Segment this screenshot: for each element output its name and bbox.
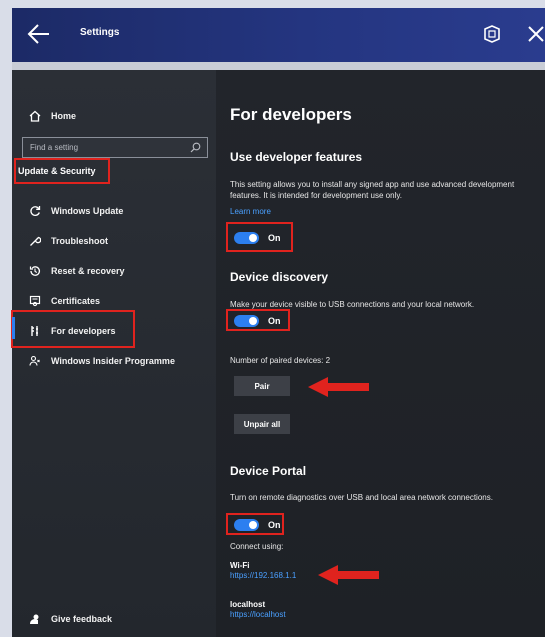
sidebar-item-label: Give feedback [51,614,113,624]
developer-features-heading: Use developer features [230,150,363,164]
back-button[interactable] [26,21,52,47]
divider [12,62,545,70]
snap-button[interactable] [480,22,504,46]
page-title: For developers [230,105,352,124]
sidebar: Home Find a setting Update & Security Wi… [11,70,216,637]
highlight-box [226,309,290,331]
sidebar-item-label: Windows Insider Programme [51,356,175,366]
search-placeholder: Find a setting [30,143,79,152]
device-portal-description: Turn on remote diagnostics over USB and … [230,493,493,502]
insider-icon [28,354,42,368]
pair-button[interactable]: Pair [234,376,290,396]
sidebar-item-label: Windows Update [51,206,124,216]
sidebar-item-certificates[interactable]: Certificates [28,293,100,309]
wifi-url-link[interactable]: https://192.168.1.1 [230,571,296,580]
certificate-icon [28,294,42,308]
sidebar-item-label: Home [51,111,77,121]
sidebar-item-label: Certificates [51,296,101,306]
title-bar: Settings [12,8,545,62]
highlight-box [11,310,135,348]
feedback-icon [28,612,42,626]
connect-using-label: Connect using: [230,542,284,551]
sidebar-item-troubleshoot[interactable]: Troubleshoot [28,233,108,249]
device-discovery-heading: Device discovery [230,270,329,284]
selected-indicator [12,317,15,339]
history-icon [28,264,42,278]
unpair-all-button[interactable]: Unpair all [234,414,290,434]
localhost-label: localhost [230,600,266,609]
home-icon [28,109,42,123]
close-button[interactable] [526,22,545,46]
wifi-label: Wi-Fi [230,561,250,570]
close-icon [528,26,544,42]
app-title: Settings [80,27,120,38]
search-icon [190,142,201,153]
sidebar-item-home[interactable]: Home [28,108,76,124]
device-portal-heading: Device Portal [230,464,307,478]
localhost-url-link[interactable]: https://localhost [230,610,286,619]
highlight-box [14,158,110,184]
back-arrow-icon [27,24,49,44]
sidebar-item-label: Troubleshoot [51,236,108,246]
developer-features-description: This setting allows you to install any s… [230,180,515,200]
window-snap-icon [484,25,500,43]
wrench-icon [28,234,42,248]
sidebar-item-windows-update[interactable]: Windows Update [28,203,123,219]
sync-icon [28,204,42,218]
highlight-box [226,513,284,535]
highlight-box [226,222,293,252]
search-input[interactable]: Find a setting [22,137,208,158]
sidebar-item-windows-insider-programme[interactable]: Windows Insider Programme [28,353,175,369]
red-arrow-icon [318,565,379,585]
learn-more-link[interactable]: Learn more [230,207,271,216]
sidebar-item-give-feedback[interactable]: Give feedback [28,611,112,627]
paired-devices-count: Number of paired devices: 2 [230,356,331,365]
red-arrow-icon [308,377,369,397]
sidebar-item-label: Reset & recovery [51,266,125,276]
main-content: For developers Use developer features Th… [216,70,545,637]
sidebar-item-reset-recovery[interactable]: Reset & recovery [28,263,125,279]
